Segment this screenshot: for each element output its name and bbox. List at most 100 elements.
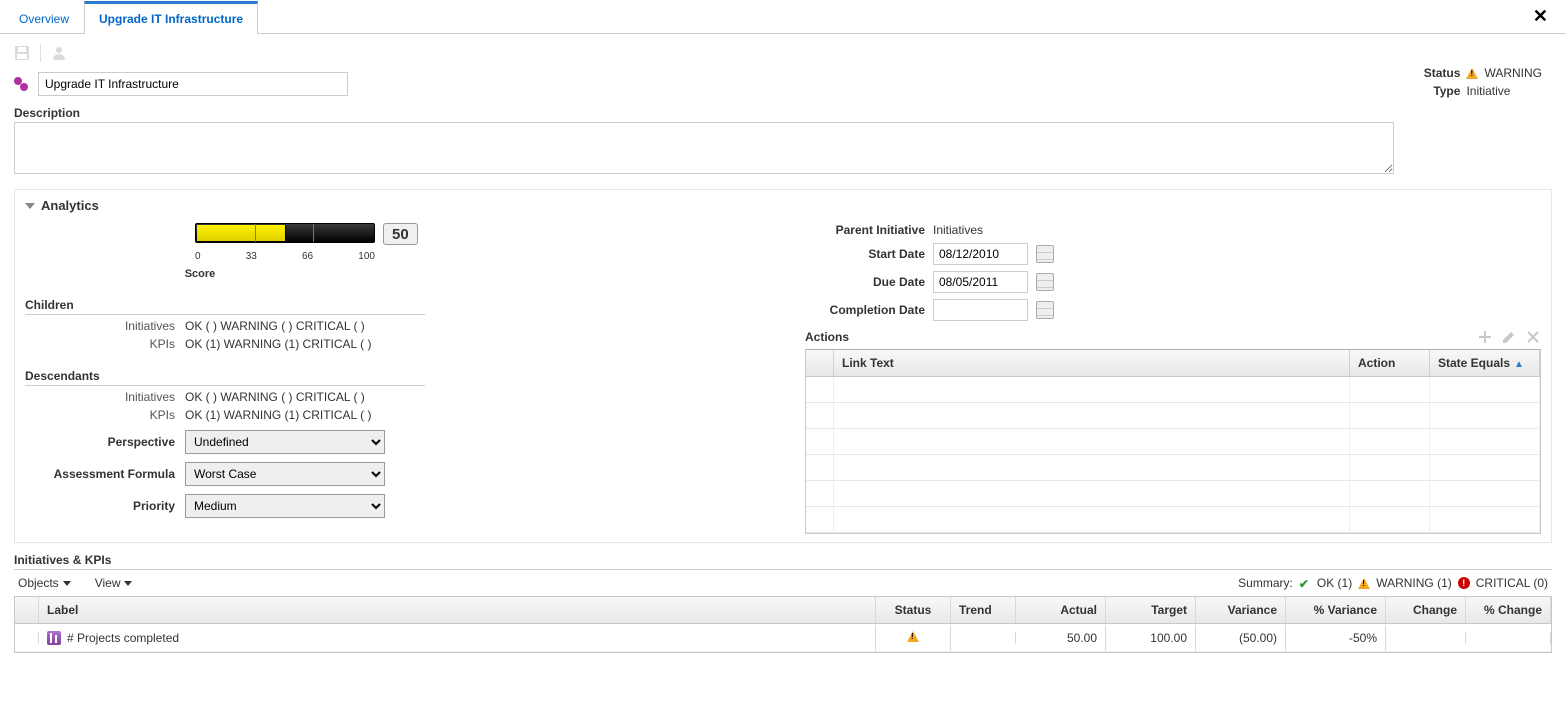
due-date-input[interactable] (933, 271, 1028, 293)
initiatives-kpis-section: Initiatives & KPIs Objects View Summary:… (14, 553, 1552, 653)
kpi-col-target[interactable]: Target (1106, 597, 1196, 623)
children-kpis-value: OK (1) WARNING (1) CRITICAL ( ) (185, 337, 765, 351)
actions-row-empty[interactable] (806, 429, 1540, 455)
actions-col-handle (806, 350, 834, 376)
completion-date-label: Completion Date (805, 303, 925, 317)
kpi-col-label[interactable]: Label (39, 597, 876, 623)
meta-panel: Status WARNING Type Initiative (1410, 66, 1542, 102)
start-date-input[interactable] (933, 243, 1028, 265)
objects-menu[interactable]: Objects (18, 576, 71, 590)
toolbar (0, 34, 1566, 66)
actions-header: Actions (805, 329, 1541, 345)
axis-tick-0: 0 (195, 251, 201, 262)
warning-icon (1358, 578, 1370, 589)
type-label: Type (1410, 84, 1460, 98)
actions-row-empty[interactable] (806, 377, 1540, 403)
plus-icon[interactable] (1477, 329, 1493, 345)
gauge-axis: 0 33 66 100 (195, 251, 375, 262)
chevron-down-icon (124, 581, 132, 586)
close-icon[interactable]: ✕ (1533, 6, 1548, 27)
parent-initiative-value: Initiatives (933, 223, 983, 237)
axis-tick-66: 66 (302, 251, 313, 262)
kpi-row-pct-change (1466, 632, 1551, 644)
analytics-panel: Analytics 50 0 33 66 100 Score Children … (14, 189, 1552, 543)
tab-upgrade-it[interactable]: Upgrade IT Infrastructure (84, 1, 258, 34)
user-icon[interactable] (51, 45, 67, 61)
description-textarea[interactable] (14, 122, 1394, 174)
save-icon[interactable] (14, 45, 30, 61)
actions-grid: Link Text Action State Equals▲ (805, 349, 1541, 534)
descendants-initiatives-value: OK ( ) WARNING ( ) CRITICAL ( ) (185, 390, 765, 404)
analytics-title: Analytics (41, 198, 99, 213)
kpi-col-status[interactable]: Status (876, 597, 951, 623)
analytics-right: Parent Initiative Initiatives Start Date… (805, 223, 1541, 534)
description-label: Description (14, 106, 1552, 120)
tab-bar: Overview Upgrade IT Infrastructure ✕ (0, 0, 1566, 34)
completion-date-input[interactable] (933, 299, 1028, 321)
actions-title: Actions (805, 330, 849, 344)
critical-icon: ! (1458, 577, 1470, 589)
summary-critical: CRITICAL (0) (1476, 576, 1548, 590)
kpi-col-actual[interactable]: Actual (1016, 597, 1106, 623)
tab-overview[interactable]: Overview (4, 3, 84, 34)
view-menu[interactable]: View (95, 576, 133, 590)
axis-tick-100: 100 (358, 251, 375, 262)
title-row: Status WARNING Type Initiative (0, 66, 1566, 102)
kpi-col-pct-variance[interactable]: % Variance (1286, 597, 1386, 623)
type-value: Initiative (1466, 84, 1510, 98)
separator (40, 44, 41, 62)
priority-select[interactable]: Medium (185, 494, 385, 518)
formula-select[interactable]: Worst Case (185, 462, 385, 486)
analytics-header[interactable]: Analytics (25, 198, 1541, 213)
initiatives-kpis-toolbar: Objects View Summary: ✔OK (1) WARNING (1… (14, 570, 1552, 596)
edit-icon[interactable] (1501, 329, 1517, 345)
kpi-row-trend (951, 632, 1016, 644)
due-date-label: Due Date (805, 275, 925, 289)
initiatives-kpis-header: Initiatives & KPIs (14, 553, 1552, 570)
actions-col-link[interactable]: Link Text (834, 350, 1350, 376)
calendar-icon[interactable] (1036, 301, 1054, 319)
actions-col-state[interactable]: State Equals▲ (1430, 350, 1540, 376)
actions-row-empty[interactable] (806, 507, 1540, 533)
warning-icon (1466, 68, 1478, 79)
title-input[interactable] (38, 72, 348, 96)
chevron-down-icon (25, 203, 35, 209)
kpi-col-handle (15, 597, 39, 623)
priority-label: Priority (25, 499, 185, 513)
warning-icon (907, 631, 919, 642)
calendar-icon[interactable] (1036, 245, 1054, 263)
actions-col-action[interactable]: Action (1350, 350, 1430, 376)
actions-row-empty[interactable] (806, 455, 1540, 481)
kpi-col-pct-change[interactable]: % Change (1466, 597, 1551, 623)
status-label: Status (1410, 66, 1460, 80)
children-initiatives-value: OK ( ) WARNING ( ) CRITICAL ( ) (185, 319, 765, 333)
status-value: WARNING (1484, 66, 1542, 80)
kpi-row-actual: 50.00 (1016, 625, 1106, 651)
kpi-row-handle[interactable] (15, 632, 39, 644)
kpi-row[interactable]: # Projects completed 50.00 100.00 (50.00… (15, 624, 1551, 652)
actions-row-empty[interactable] (806, 403, 1540, 429)
descendants-kpis-value: OK (1) WARNING (1) CRITICAL ( ) (185, 408, 765, 422)
delete-icon[interactable] (1525, 329, 1541, 345)
initiative-icon (14, 77, 30, 91)
summary-label: Summary: (1238, 576, 1293, 590)
perspective-select[interactable]: Undefined (185, 430, 385, 454)
score-gauge (195, 223, 375, 243)
descendants-kpis-label: KPIs (25, 408, 185, 422)
summary-warning: WARNING (1) (1376, 576, 1452, 590)
axis-tick-33: 33 (246, 251, 257, 262)
analytics-left: 50 0 33 66 100 Score Children Initiative… (25, 223, 765, 534)
descendants-initiatives-label: Initiatives (25, 390, 185, 404)
kpi-col-trend[interactable]: Trend (951, 597, 1016, 623)
perspective-label: Perspective (25, 435, 185, 449)
kpi-row-pct-variance: -50% (1286, 625, 1386, 651)
description-block: Description (0, 102, 1566, 185)
kpi-row-variance: (50.00) (1196, 625, 1286, 651)
kpi-col-change[interactable]: Change (1386, 597, 1466, 623)
kpi-row-change (1386, 632, 1466, 644)
actions-row-empty[interactable] (806, 481, 1540, 507)
calendar-icon[interactable] (1036, 273, 1054, 291)
children-initiatives-label: Initiatives (25, 319, 185, 333)
score-label: Score (25, 268, 375, 280)
kpi-col-variance[interactable]: Variance (1196, 597, 1286, 623)
